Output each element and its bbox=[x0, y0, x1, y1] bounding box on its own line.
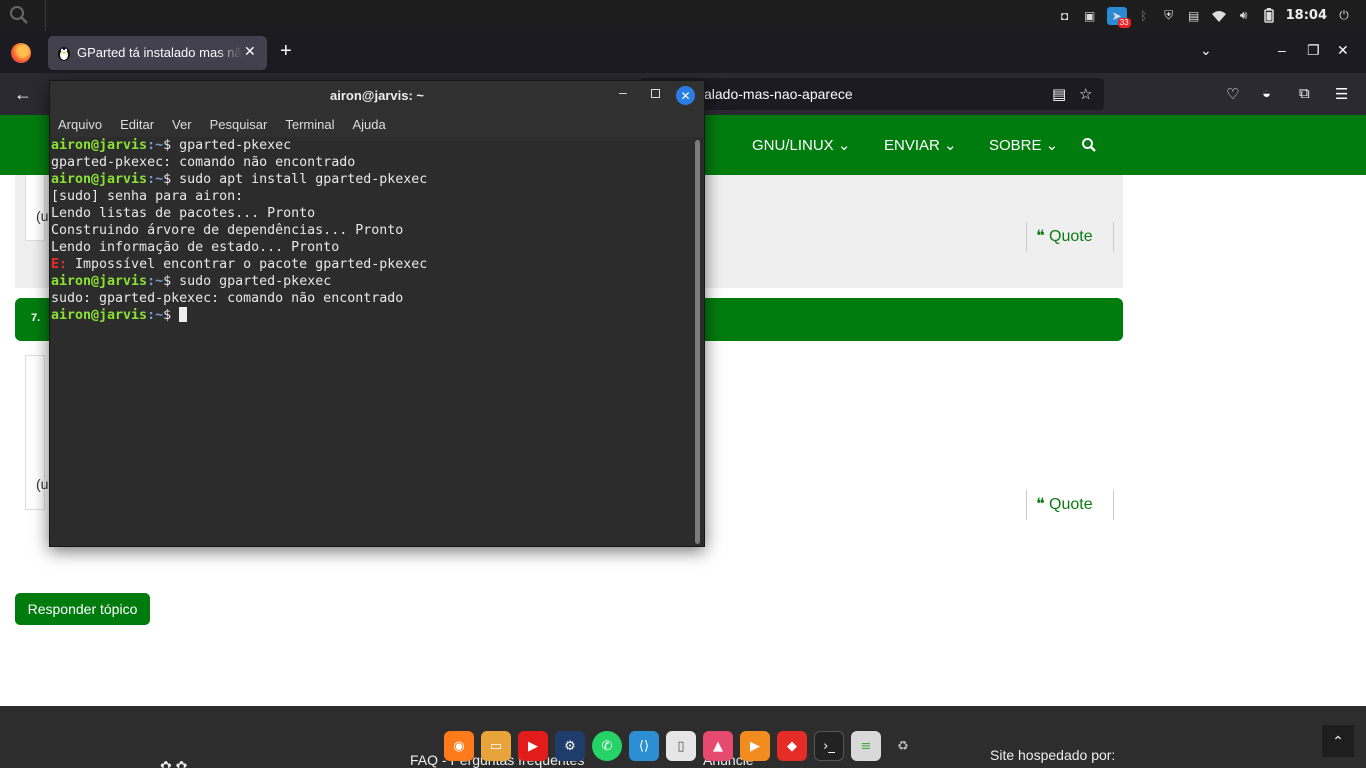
youtube-icon[interactable]: ▶ bbox=[518, 731, 548, 761]
url-text[interactable]: alado-mas-nao-aparece bbox=[704, 86, 853, 102]
search-icon[interactable] bbox=[8, 4, 30, 26]
terminal-line: [sudo] senha para airon: bbox=[51, 189, 244, 204]
terminal-maximize-button[interactable] bbox=[651, 89, 660, 98]
clock[interactable]: 18:04 bbox=[1286, 8, 1327, 24]
menu-ver[interactable]: Ver bbox=[172, 117, 192, 132]
quote-button[interactable]: ❝ Quote bbox=[1036, 494, 1093, 514]
anydesk-icon[interactable]: ◆ bbox=[777, 731, 807, 761]
firefox-icon[interactable] bbox=[11, 43, 31, 63]
document-icon[interactable]: ▯ bbox=[666, 731, 696, 761]
window-restore-button[interactable]: ❐ bbox=[1307, 42, 1320, 59]
menu-editar[interactable]: Editar bbox=[120, 117, 154, 132]
terminal-scrollbar[interactable] bbox=[695, 140, 700, 544]
menu-enviar[interactable]: ENVIAR ⌄ bbox=[884, 136, 957, 154]
user-label: (u bbox=[36, 476, 49, 492]
shield-icon[interactable]: ⛨ bbox=[1161, 8, 1177, 24]
terminal-line: Lendo listas de pacotes... Pronto bbox=[51, 206, 316, 221]
terminal-close-button[interactable]: ✕ bbox=[676, 86, 695, 105]
dock: ◉ ▭ ▶ ⚙ ✆ ⟨⟩ ▯ ▲ ▶ ◆ ›_ ≡ ♻ bbox=[444, 731, 918, 765]
menu-pesquisar[interactable]: Pesquisar bbox=[210, 117, 268, 132]
extensions-puzzle-icon[interactable]: ⧉ bbox=[1299, 85, 1310, 102]
files-icon[interactable]: ▭ bbox=[481, 731, 511, 761]
pocket-icon[interactable]: ♡ bbox=[1226, 85, 1239, 103]
terminal-line: Construindo árvore de dependências... Pr… bbox=[51, 223, 404, 238]
terminal-minimize-button[interactable]: – bbox=[619, 84, 627, 100]
back-to-top-chevron-icon[interactable]: ⌃ bbox=[1322, 725, 1354, 757]
terminal-line: gparted-pkexec: comando não encontrado bbox=[51, 155, 356, 170]
terminal-title: airon@jarvis: ~ bbox=[330, 88, 424, 103]
terminal-icon[interactable]: ›_ bbox=[814, 731, 844, 761]
hamburger-menu-icon[interactable]: ☰ bbox=[1335, 85, 1348, 103]
camera-icon[interactable]: ◘ bbox=[1057, 8, 1073, 24]
vpn-extension-icon[interactable]: ◒ bbox=[1262, 85, 1271, 102]
wifi-icon[interactable] bbox=[1211, 8, 1227, 24]
menu-gnu-linux[interactable]: GNU/LINUX ⌄ bbox=[752, 136, 850, 154]
whatsapp-icon[interactable]: ✆ bbox=[592, 731, 622, 761]
settings-icon[interactable]: ≡ bbox=[851, 731, 881, 761]
tab-title: GParted tá instalado mas não aparece bbox=[77, 45, 242, 60]
power-icon[interactable]: ⏻ bbox=[1336, 8, 1352, 24]
list-tabs-chevron-icon[interactable]: ⌄ bbox=[1200, 42, 1212, 59]
terminal-line: airon@jarvis:~$ bbox=[51, 307, 691, 324]
menu-terminal[interactable]: Terminal bbox=[285, 117, 334, 132]
telegram-badge: 33 bbox=[1117, 17, 1131, 28]
terminal-line: airon@jarvis:~$ sudo gparted-pkexec bbox=[51, 274, 332, 289]
terminal-menubar: Arquivo Editar Ver Pesquisar Terminal Aj… bbox=[50, 111, 704, 137]
reader-view-icon[interactable]: ▤ bbox=[1052, 85, 1066, 103]
new-tab-button[interactable]: + bbox=[280, 40, 292, 63]
terminal-window[interactable]: airon@jarvis: ~ – ✕ Arquivo Editar Ver P… bbox=[49, 80, 705, 547]
user-label: (u bbox=[36, 208, 49, 224]
steam-icon[interactable]: ⚙ bbox=[555, 731, 585, 761]
post-number: 7. bbox=[31, 312, 41, 324]
footer-hosted-by: Site hospedado por: bbox=[990, 747, 1116, 763]
terminal-line: E: Impossível encontrar o pacote gparted… bbox=[51, 257, 428, 272]
reply-topic-button[interactable]: Responder tópico bbox=[15, 593, 150, 625]
vscode-icon[interactable]: ⟨⟩ bbox=[629, 731, 659, 761]
radio-icon[interactable]: ▣ bbox=[1082, 8, 1098, 24]
window-minimize-button[interactable]: – bbox=[1278, 42, 1286, 58]
back-arrow-icon[interactable]: ← bbox=[14, 84, 32, 105]
terminal-cursor bbox=[179, 307, 188, 322]
menu-arquivo[interactable]: Arquivo bbox=[58, 117, 102, 132]
menu-sobre[interactable]: SOBRE ⌄ bbox=[989, 136, 1058, 154]
volume-icon[interactable]: 🔊︎ bbox=[1236, 8, 1252, 24]
terminal-line: airon@jarvis:~$ gparted-pkexec bbox=[51, 138, 292, 153]
bookmark-star-icon[interactable]: ☆ bbox=[1079, 85, 1092, 103]
tab-close-icon[interactable]: ✕ bbox=[244, 43, 256, 60]
telegram-icon[interactable]: ➤ 33 bbox=[1106, 6, 1131, 28]
battery-icon[interactable] bbox=[1261, 8, 1277, 24]
quote-button[interactable]: ❝ Quote bbox=[1036, 226, 1093, 246]
menu-ajuda[interactable]: Ajuda bbox=[353, 117, 386, 132]
tux-favicon-icon bbox=[58, 47, 70, 61]
footer-logo: ✿ ✿ bbox=[160, 758, 188, 768]
image-viewer-icon[interactable]: ▲ bbox=[703, 731, 733, 761]
terminal-line: Lendo informação de estado... Pronto bbox=[51, 240, 340, 255]
firefox-icon[interactable]: ◉ bbox=[444, 731, 474, 761]
window-close-button[interactable]: ✕ bbox=[1337, 42, 1349, 59]
clipboard-icon[interactable]: ▤ bbox=[1186, 8, 1202, 24]
bluetooth-icon[interactable]: ᛒ bbox=[1136, 8, 1152, 24]
terminal-output[interactable]: airon@jarvis:~$ gparted-pkexec gparted-pk… bbox=[51, 137, 691, 545]
terminal-line: sudo: gparted-pkexec: comando não encont… bbox=[51, 291, 404, 306]
system-tray: ◘ ▣ ➤ 33 ᛒ ⛨ ▤ 🔊︎ 18:04 ⏻ bbox=[1057, 0, 1366, 31]
site-search-icon[interactable] bbox=[1081, 137, 1097, 153]
terminal-line: airon@jarvis:~$ sudo apt install gparted… bbox=[51, 172, 428, 187]
panel-divider bbox=[45, 0, 46, 31]
media-player-icon[interactable]: ▶ bbox=[740, 731, 770, 761]
system-top-panel: ◘ ▣ ➤ 33 ᛒ ⛨ ▤ 🔊︎ 18:04 ⏻ bbox=[0, 0, 1366, 31]
trash-icon[interactable]: ♻ bbox=[888, 731, 918, 761]
browser-tab-active[interactable]: GParted tá instalado mas não aparece ✕ bbox=[48, 36, 267, 70]
